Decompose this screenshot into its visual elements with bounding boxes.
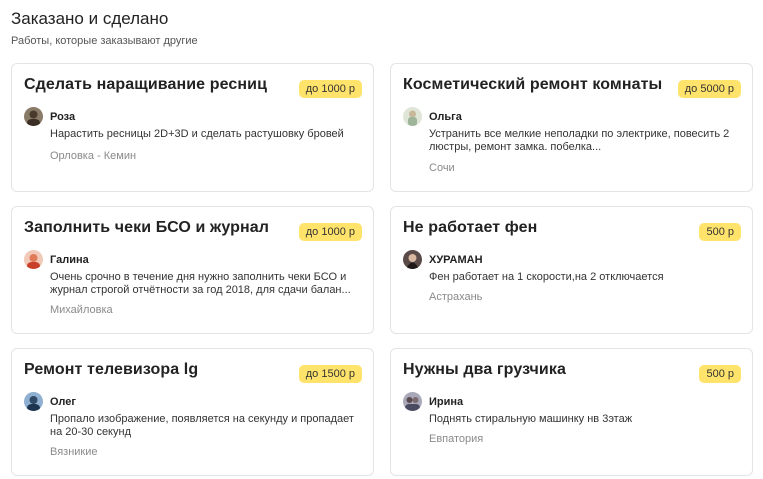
order-description: Фен работает на 1 скорости,на 2 отключае…: [429, 271, 664, 283]
section-title: Заказано и сделано: [11, 9, 169, 28]
price-badge: до 5000 р: [677, 80, 741, 98]
order-description: Нарастить ресницы 2D+3D и сделать растуш…: [50, 128, 344, 140]
author-name: ХУРАМАН: [429, 253, 483, 266]
order-title[interactable]: Заполнить чеки БСО и журнал: [24, 219, 269, 237]
order-card[interactable]: Сделать наращивание ресниц до 1000 р Роз…: [11, 63, 374, 192]
avatar: [24, 392, 43, 411]
order-city: Орловка - Кемин: [50, 150, 137, 162]
order-author: Галина: [24, 250, 89, 269]
order-author: ХУРАМАН: [403, 250, 483, 269]
order-description: Пропало изображение, появляется на секун…: [50, 413, 354, 438]
order-city: Астрахань: [429, 291, 483, 303]
order-author: Олег: [24, 392, 76, 411]
section-subtitle: Работы, которые заказывают другие: [11, 35, 198, 47]
order-card[interactable]: Нужны два грузчика 500 р Ирина Поднять с…: [390, 348, 753, 476]
price-badge: до 1000 р: [298, 223, 362, 241]
order-author: Ольга: [403, 107, 462, 126]
price-badge: до 1500 р: [298, 365, 362, 383]
order-description: Устранить все мелкие неполадки по электр…: [429, 128, 730, 153]
author-name: Роза: [50, 110, 76, 123]
order-card[interactable]: Ремонт телевизора lg до 1500 р Олег Проп…: [11, 348, 374, 476]
order-city: Сочи: [429, 162, 455, 174]
author-name: Олег: [50, 395, 76, 408]
avatar: [24, 107, 43, 126]
avatar: [403, 392, 422, 411]
author-name: Ольга: [429, 110, 462, 123]
order-title[interactable]: Сделать наращивание ресниц: [24, 76, 267, 94]
avatar: [403, 250, 422, 269]
order-city: Евпатория: [429, 433, 484, 445]
price-badge: 500 р: [699, 365, 741, 383]
author-name: Галина: [50, 253, 89, 266]
avatar: [403, 107, 422, 126]
order-title[interactable]: Косметический ремонт комнаты: [403, 76, 662, 94]
orders-section: Заказано и сделано Работы, которые заказ…: [0, 0, 763, 479]
avatar: [24, 250, 43, 269]
order-city: Вязникие: [50, 446, 98, 458]
order-description: Очень срочно в течение дня нужно заполни…: [50, 271, 351, 296]
order-city: Михайловка: [50, 304, 113, 316]
order-card[interactable]: Заполнить чеки БСО и журнал до 1000 р Га…: [11, 206, 374, 334]
order-title[interactable]: Нужны два грузчика: [403, 361, 566, 379]
order-card[interactable]: Не работает фен 500 р ХУРАМАН Фен работа…: [390, 206, 753, 334]
order-author: Ирина: [403, 392, 463, 411]
author-name: Ирина: [429, 395, 464, 408]
price-badge: 500 р: [699, 223, 741, 241]
order-card[interactable]: Косметический ремонт комнаты до 5000 р О…: [390, 63, 753, 192]
order-title[interactable]: Ремонт телевизора lg: [24, 361, 198, 379]
price-badge: до 1000 р: [298, 80, 362, 98]
order-description: Поднять стиральную машинку нв 3этаж: [429, 413, 633, 425]
order-title[interactable]: Не работает фен: [403, 219, 537, 237]
order-author: Роза: [24, 107, 75, 126]
